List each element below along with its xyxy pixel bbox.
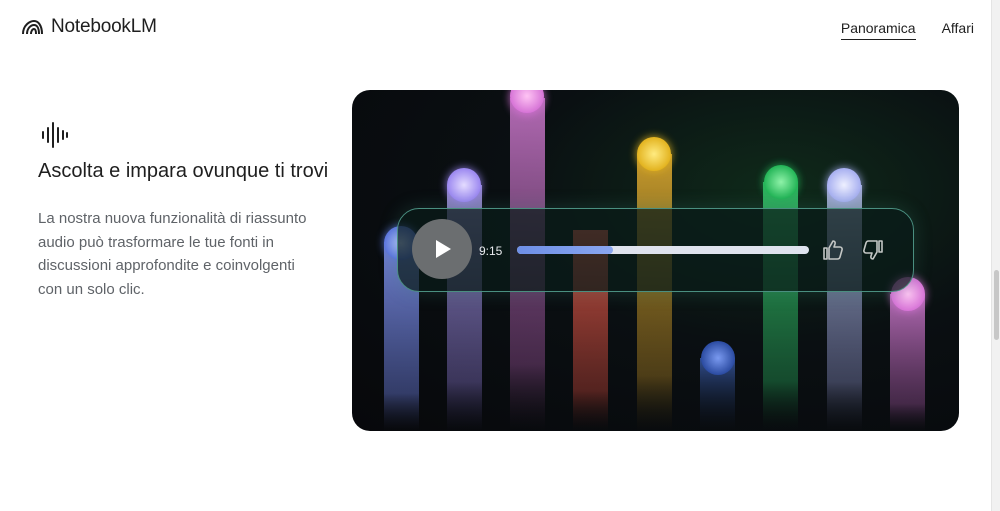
feature-title: Ascolta e impara ovunque ti trovi: [38, 160, 329, 182]
nav-link-affari[interactable]: Affari: [942, 20, 974, 40]
top-nav: Panoramica Affari: [840, 20, 974, 40]
playback-time: 9:15: [479, 244, 503, 258]
audio-player: 9:15: [397, 208, 914, 292]
progress-fill: [517, 246, 614, 254]
nav-link-panoramica[interactable]: Panoramica: [840, 20, 916, 40]
notebooklm-logo-icon: [22, 19, 43, 35]
thumbs-up-icon: [823, 240, 843, 260]
audio-visual-panel: 9:15: [352, 90, 959, 431]
play-icon: [436, 240, 451, 258]
thumbs-down-icon: [863, 240, 883, 260]
site-header: NotebookLM Panoramica Affari: [0, 0, 1000, 58]
play-button[interactable]: [412, 219, 472, 279]
logo-text: NotebookLM: [51, 16, 157, 37]
scrollbar-thumb[interactable]: [994, 270, 999, 340]
progress-bar[interactable]: [517, 246, 809, 254]
thumbs-down-button[interactable]: [862, 239, 884, 261]
audio-waveform-icon: [42, 122, 68, 148]
thumbs-up-button[interactable]: [822, 239, 844, 261]
logo[interactable]: NotebookLM: [22, 16, 157, 38]
feature-description: La nostra nuova funzionalità di riassunt…: [38, 210, 307, 298]
page-scrollbar[interactable]: [991, 0, 1000, 511]
